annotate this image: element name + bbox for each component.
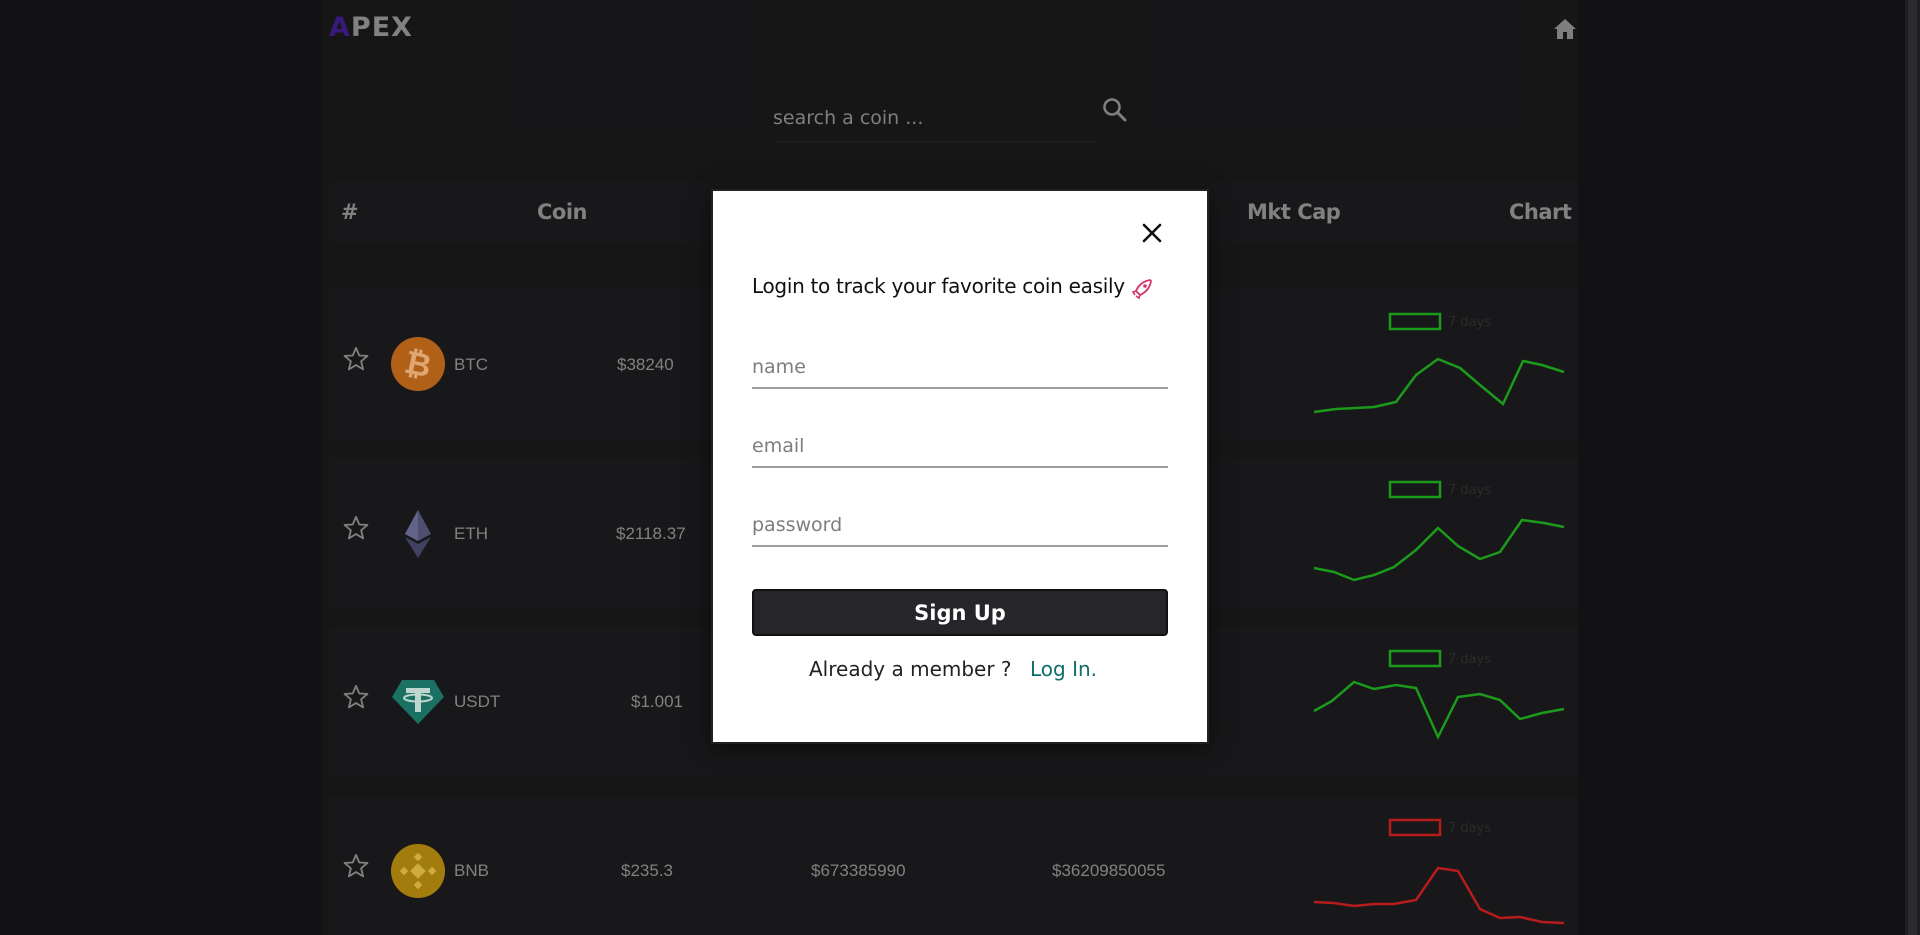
password-field[interactable] <box>752 505 1168 547</box>
name-field[interactable] <box>752 347 1168 389</box>
modal-title: Login to track your favorite coin easily <box>752 274 1125 298</box>
email-field[interactable] <box>752 426 1168 468</box>
sign-up-button[interactable]: Sign Up <box>752 589 1168 636</box>
already-member-text: Already a member ? <box>809 657 1012 681</box>
scrollbar-thumb[interactable] <box>1908 0 1917 935</box>
close-icon[interactable] <box>1139 220 1165 246</box>
log-in-link[interactable]: Log In. <box>1030 657 1097 681</box>
rocket-icon <box>1131 279 1152 300</box>
